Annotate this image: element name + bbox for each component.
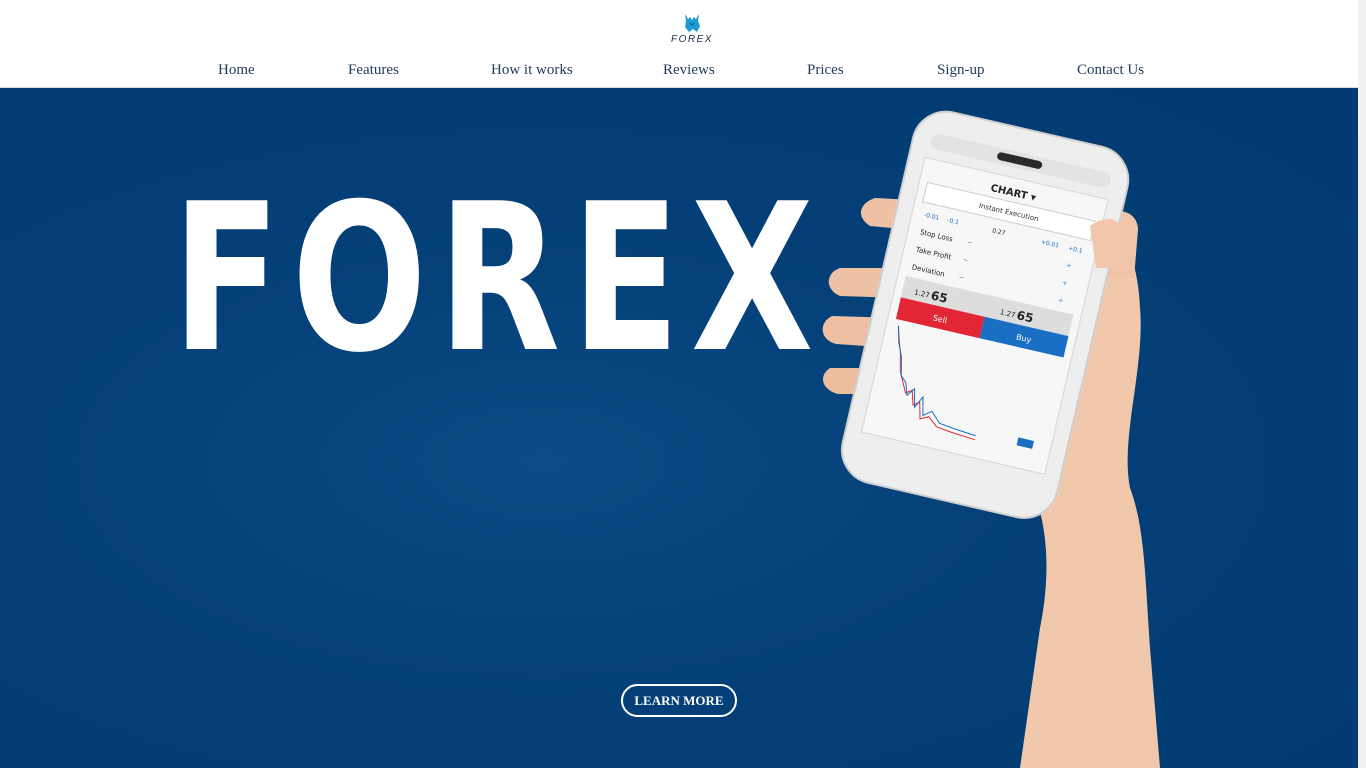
nav-contact-us[interactable]: Contact Us xyxy=(1077,62,1144,79)
brand-logo[interactable]: FOREX xyxy=(662,12,722,52)
hero-title: FOREX xyxy=(172,161,825,398)
site-header: FOREX Home Features How it works Reviews… xyxy=(0,0,1358,88)
main-nav: Home Features How it works Reviews Price… xyxy=(0,62,1358,82)
nav-prices[interactable]: Prices xyxy=(807,62,844,79)
nav-sign-up[interactable]: Sign-up xyxy=(937,62,985,79)
bull-icon xyxy=(685,14,700,32)
learn-more-button[interactable]: LEARN MORE xyxy=(621,684,737,717)
page-scrollbar[interactable] xyxy=(1358,0,1366,768)
nav-reviews[interactable]: Reviews xyxy=(663,62,715,79)
hero-section: FOREX CHART ▾ Instant Execution -0.01 -0… xyxy=(0,88,1358,768)
nav-features[interactable]: Features xyxy=(348,62,399,79)
logo-text: FOREX xyxy=(671,34,713,45)
hand-holding-phone-image: CHART ▾ Instant Execution -0.01 -0.1 0.2… xyxy=(822,110,1160,768)
nav-home[interactable]: Home xyxy=(218,62,255,79)
nav-how-it-works[interactable]: How it works xyxy=(491,62,573,79)
